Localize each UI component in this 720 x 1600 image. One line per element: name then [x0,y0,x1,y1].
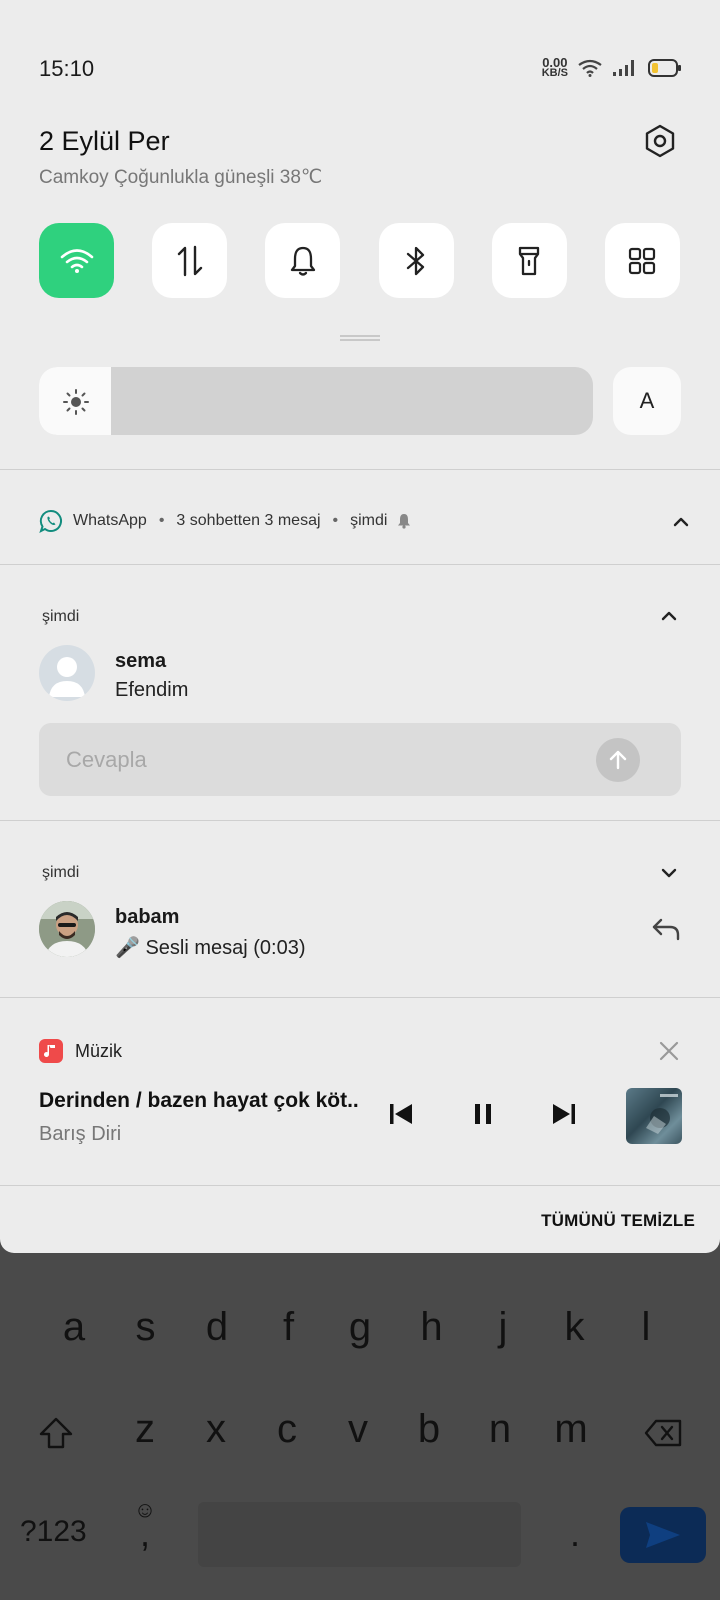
key-x[interactable]: x [191,1407,241,1452]
shift-icon[interactable] [38,1416,74,1450]
divider [0,820,720,821]
message-time: şimdi [42,608,80,625]
status-time: 15:10 [39,56,95,81]
space-bar[interactable] [198,1502,521,1567]
pause-button[interactable] [465,1096,501,1132]
arrow-up-icon [609,750,627,770]
key-d[interactable]: d [192,1305,242,1350]
reply-placeholder: Cevapla [66,747,147,772]
profile-photo [39,901,95,957]
key-l[interactable]: l [621,1305,671,1350]
divider [0,469,720,470]
settings-gear-icon[interactable] [643,124,677,158]
avatar-photo[interactable] [39,901,95,957]
more-toggles-button[interactable] [604,223,680,298]
whatsapp-time: şimdi [350,512,388,529]
chevron-up-icon[interactable] [660,607,678,625]
backspace-icon[interactable] [644,1418,684,1448]
sender-name: babam [115,906,180,928]
key-b[interactable]: b [404,1407,454,1452]
mobile-data-icon [177,245,202,276]
key-n[interactable]: n [475,1407,525,1452]
skip-next-icon [553,1104,575,1124]
sun-icon [63,389,89,415]
bluetooth-icon [406,246,425,275]
music-app-header[interactable]: Müzik [39,1039,122,1063]
key-j[interactable]: j [478,1305,528,1350]
next-track-button[interactable] [546,1096,582,1132]
chevron-up-icon[interactable] [672,513,690,531]
grid-icon [629,247,656,274]
key-g[interactable]: g [335,1305,385,1350]
music-app-name: Müzik [75,1040,123,1061]
net-speed: 0.00 KB/S [541,55,568,79]
message-text: 🎤 Sesli mesaj (0:03) [115,937,306,959]
wifi-toggle[interactable] [39,223,114,298]
previous-track-button[interactable] [383,1096,419,1132]
comma-key[interactable]: , [120,1513,170,1555]
brightness-slider[interactable] [39,367,593,435]
whatsapp-app-name: WhatsApp [73,512,147,529]
flashlight-icon [519,246,540,275]
symbols-key[interactable]: ?123 [20,1515,120,1549]
flashlight-toggle[interactable] [491,223,567,298]
key-a[interactable]: a [49,1305,99,1350]
key-s[interactable]: s [121,1305,171,1350]
song-title: Derinden / bazen hayat çok köt.. [39,1089,359,1112]
key-k[interactable]: k [550,1305,600,1350]
pause-icon [475,1104,491,1124]
bell-icon [290,246,316,276]
bell-small-icon [398,514,411,529]
key-m[interactable]: m [546,1407,596,1452]
quick-settings-row [39,223,680,298]
period-key[interactable]: . [550,1513,600,1555]
send-reply-button[interactable] [596,738,640,782]
battery-icon [648,59,681,77]
date: 2 Eylül Per [39,126,170,156]
weather: Camkoy Çoğunlukla güneşli 38℃ [39,167,323,188]
whatsapp-header[interactable]: WhatsApp • 3 sohbetten 3 mesaj • şimdi [39,509,411,533]
divider [0,997,720,998]
key-z[interactable]: z [120,1407,170,1452]
reply-input[interactable]: Cevapla [39,723,681,796]
sound-toggle[interactable] [265,223,341,298]
close-icon[interactable] [658,1040,680,1062]
chevron-down-icon[interactable] [660,864,678,882]
status-icons: 0.00 KB/S [541,55,682,79]
message-text: Efendim [115,679,189,701]
album-art-image [646,1094,678,1134]
song-artist: Barış Diri [39,1123,122,1145]
wifi-status-icon [578,59,602,77]
send-icon [646,1522,680,1548]
album-art[interactable] [626,1088,682,1144]
wifi-icon [60,248,93,273]
mobile-data-toggle[interactable] [152,223,228,298]
skip-previous-icon [390,1104,412,1124]
key-h[interactable]: h [407,1305,457,1350]
shade-expand-handle[interactable] [340,335,380,341]
default-avatar-icon [49,657,85,697]
key-c[interactable]: c [262,1407,312,1452]
whatsapp-summary: 3 sohbetten 3 mesaj [176,512,321,529]
music-note-icon [39,1039,63,1063]
notification-shade: 15:10 0.00 KB/S 2 Eylül Per Camkoy Çoğun… [0,0,720,1253]
key-v[interactable]: v [333,1407,383,1452]
auto-brightness-button[interactable]: A [613,367,681,435]
send-key[interactable] [620,1507,706,1563]
message-time: şimdi [42,864,80,881]
divider [0,564,720,565]
avatar[interactable] [39,645,95,701]
signal-icon [613,60,634,76]
bluetooth-toggle[interactable] [378,223,454,298]
key-f[interactable]: f [264,1305,314,1350]
divider [0,1185,720,1186]
clear-all-button[interactable]: TÜMÜNÜ TEMİZLE [541,1211,695,1231]
sender-name: sema [115,650,167,672]
reply-icon[interactable] [651,916,681,942]
whatsapp-icon [39,509,62,533]
